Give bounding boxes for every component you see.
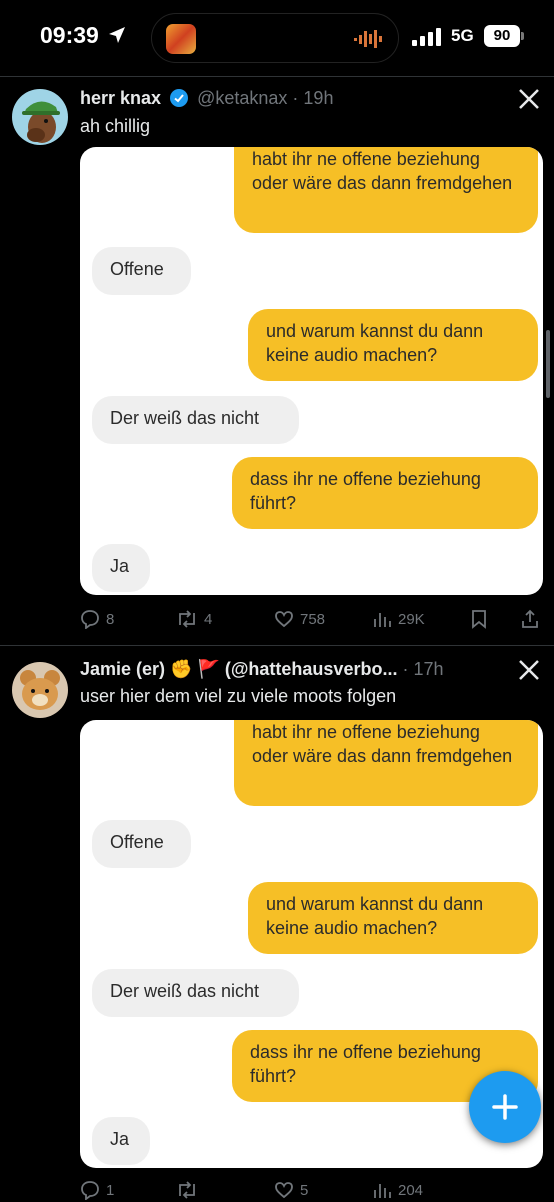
- tweet-header: herr knax @ketaknax · 19h: [80, 88, 333, 109]
- avatar-horse-image: [22, 101, 60, 143]
- message-bubble: dass ihr ne offene beziehung führt?: [232, 457, 538, 529]
- display-name[interactable]: Jamie (er) ✊ 🚩 (@hattehausverbo...: [80, 659, 397, 679]
- compose-button[interactable]: [469, 1071, 541, 1143]
- message-bubble: habt ihr ne offene beziehung oder wäre d…: [234, 147, 538, 233]
- message-bubble: Offene: [92, 247, 191, 295]
- dynamic-island[interactable]: [151, 13, 399, 63]
- message-bubble: Ja: [92, 544, 150, 592]
- message-bubble: Der weiß das nicht: [92, 396, 299, 444]
- repost-button[interactable]: 4: [176, 609, 212, 629]
- display-name[interactable]: herr knax: [80, 88, 161, 108]
- message-bubble: Ja: [92, 1117, 150, 1165]
- views-icon: [374, 613, 391, 627]
- reply-button[interactable]: 1: [80, 1180, 114, 1200]
- battery-level: 90: [484, 25, 520, 47]
- reply-icon: [81, 1181, 99, 1200]
- network-label: 5G: [451, 26, 474, 45]
- repost-icon: [179, 1181, 195, 1199]
- views-count: 29K: [398, 610, 425, 628]
- reply-icon: [81, 610, 99, 629]
- reply-count: 1: [106, 1181, 115, 1199]
- timestamp: · 17h: [402, 659, 444, 679]
- reply-count: 8: [106, 610, 115, 628]
- bookmark-button[interactable]: [470, 609, 488, 629]
- like-count: 758: [300, 610, 326, 628]
- like-button[interactable]: 5: [274, 1180, 308, 1200]
- scrollbar[interactable]: [546, 330, 550, 398]
- audio-wave-icon: [354, 30, 382, 48]
- battery-tip: [521, 32, 524, 40]
- x-logo-icon: [519, 89, 539, 109]
- status-bar: 09:39 5G 90: [0, 0, 554, 76]
- tweet-text: user hier dem viel zu viele moots folgen: [80, 686, 397, 706]
- message-bubble: und warum kannst du dann keine audio mac…: [248, 882, 538, 954]
- tweet-actions: 1 5 204: [80, 1180, 540, 1202]
- plus-icon: [492, 1094, 518, 1120]
- tweet-1[interactable]: herr knax @ketaknax · 19h ah chillig hab…: [0, 76, 554, 644]
- message-bubble: Der weiß das nicht: [92, 969, 299, 1017]
- avatar[interactable]: [12, 89, 68, 145]
- share-button[interactable]: [520, 609, 540, 629]
- bookmark-icon: [472, 610, 486, 629]
- views-button[interactable]: 29K: [372, 609, 425, 629]
- now-playing-artwork: [166, 24, 196, 54]
- reply-button[interactable]: 8: [80, 609, 114, 629]
- message-bubble: habt ihr ne offene beziehung oder wäre d…: [234, 720, 538, 806]
- avatar[interactable]: [12, 662, 68, 718]
- chat-screenshot-image[interactable]: habt ihr ne offene beziehung oder wäre d…: [80, 147, 543, 595]
- repost-icon: [179, 610, 195, 628]
- like-button[interactable]: 758: [274, 609, 325, 629]
- views-count: 204: [398, 1181, 424, 1199]
- like-icon: [275, 611, 293, 628]
- repost-count: 4: [204, 610, 213, 628]
- message-bubble: und warum kannst du dann keine audio mac…: [248, 309, 538, 381]
- avatar-bear-image: [20, 670, 60, 710]
- share-icon: [522, 609, 538, 628]
- verified-badge-icon: [170, 89, 189, 107]
- handle[interactable]: @ketaknax: [197, 88, 287, 108]
- views-icon: [374, 1184, 391, 1198]
- timestamp: · 19h: [292, 88, 334, 108]
- like-count: 5: [300, 1181, 309, 1199]
- status-time: 09:39: [40, 22, 99, 48]
- location-arrow-icon: [109, 27, 125, 43]
- message-bubble: Offene: [92, 820, 191, 868]
- x-logo-icon: [519, 660, 539, 680]
- repost-button[interactable]: [176, 1180, 204, 1200]
- tweet-actions: 8 4 758 29K: [80, 609, 540, 631]
- like-icon: [275, 1182, 293, 1199]
- views-button[interactable]: 204: [372, 1180, 423, 1200]
- tweet-text: ah chillig: [80, 116, 151, 136]
- signal-icon: [412, 28, 441, 46]
- tweet-header: Jamie (er) ✊ 🚩 (@hattehausverbo... · 17h: [80, 659, 444, 680]
